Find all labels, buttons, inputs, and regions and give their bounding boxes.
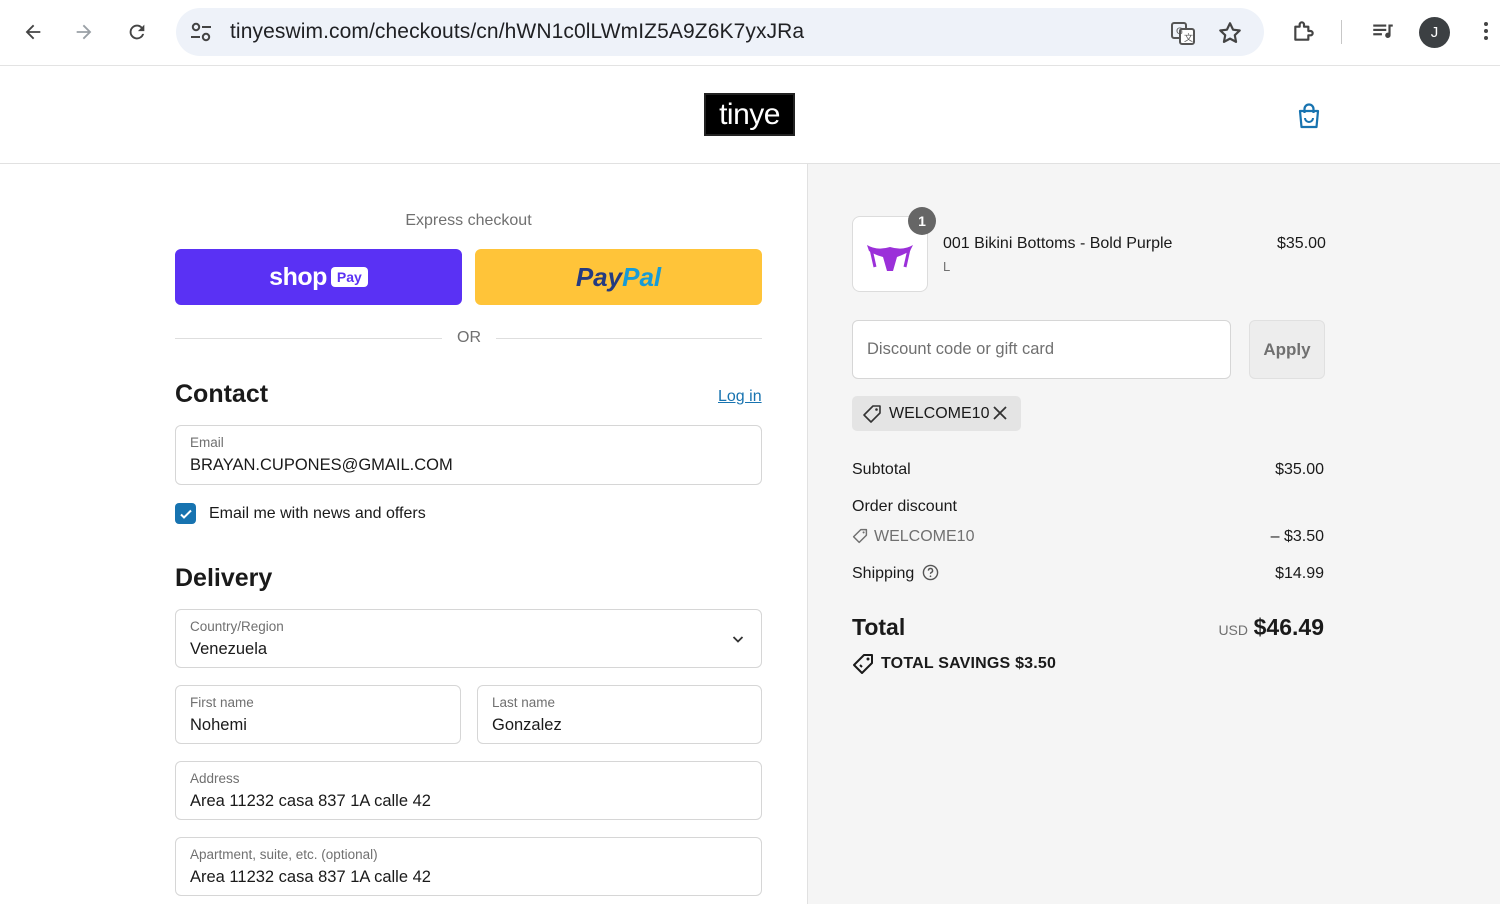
toolbar-divider: [1341, 20, 1342, 44]
shipping-value: $14.99: [1275, 565, 1324, 582]
country-label: Country/Region: [190, 619, 284, 634]
first-name-label: First name: [190, 695, 254, 710]
country-select[interactable]: Country/Region Venezuela: [175, 609, 762, 668]
media-queue-icon: [1373, 24, 1393, 39]
help-circle-icon[interactable]: [922, 564, 939, 581]
quantity-badge: 1: [908, 207, 936, 235]
apartment-field[interactable]: Apartment, suite, etc. (optional) Area 1…: [175, 837, 762, 896]
order-discount-label: Order discount: [852, 498, 957, 515]
total-value: $46.49: [1253, 614, 1324, 640]
apartment-value[interactable]: Area 11232 casa 837 1A calle 42: [190, 868, 431, 887]
email-label: Email: [190, 435, 224, 450]
paypal-wordmark-pay: Pay: [575, 261, 623, 292]
browser-toolbar: tinyeswim.com/checkouts/cn/hWN1c0lLWmIZ5…: [0, 0, 1500, 66]
chevron-down-icon: [732, 636, 744, 643]
reload-button[interactable]: [119, 14, 155, 50]
applied-discount-chip: WELCOME10: [852, 396, 1021, 431]
back-arrow-icon: [25, 24, 41, 40]
shop-logo[interactable]: tinye: [704, 93, 795, 136]
tag-icon: [853, 654, 873, 674]
address-bar[interactable]: tinyeswim.com/checkouts/cn/hWN1c0lLWmIZ5…: [176, 8, 1264, 56]
checkmark-icon: [179, 509, 192, 519]
checkout-form: Express checkout shop Pay Pay Pal OR Cont…: [0, 164, 808, 904]
translate-icon[interactable]: G 文: [1170, 20, 1196, 46]
product-price: $35.00: [1277, 235, 1326, 252]
last-name-field[interactable]: Last name Gonzalez: [477, 685, 762, 744]
tag-icon: [852, 528, 868, 544]
address-field[interactable]: Address Area 11232 casa 837 1A calle 42: [175, 761, 762, 820]
first-name-field[interactable]: First name Nohemi: [175, 685, 461, 744]
bag-icon[interactable]: [1294, 101, 1324, 131]
profile-avatar[interactable]: J: [1419, 17, 1450, 48]
site-settings-icon[interactable]: [188, 20, 214, 44]
total-savings-text: TOTAL SAVINGS $3.50: [881, 655, 1057, 672]
subtotal-label: Subtotal: [852, 461, 911, 478]
reload-icon: [129, 24, 145, 40]
country-value: Venezuela: [190, 640, 268, 658]
log-in-link[interactable]: Log in: [718, 388, 762, 406]
menu-button[interactable]: [1471, 16, 1500, 46]
last-name-label: Last name: [492, 695, 556, 710]
shipping-label: Shipping: [852, 565, 915, 582]
applied-code-text: WELCOME10: [889, 405, 990, 422]
forward-arrow-icon: [76, 24, 92, 40]
divider-line: [175, 338, 442, 339]
delivery-heading: Delivery: [175, 564, 273, 592]
discount-code-field[interactable]: [852, 320, 1231, 379]
express-checkout-title: Express checkout: [405, 212, 532, 229]
svg-text:文: 文: [1184, 32, 1193, 44]
or-divider: OR: [175, 327, 762, 351]
paypal-button[interactable]: Pay Pal: [475, 249, 762, 305]
paypal-wordmark-pal: Pal: [622, 261, 662, 292]
apply-button[interactable]: Apply: [1249, 320, 1325, 379]
forward-button[interactable]: [66, 14, 102, 50]
subtotal-value: $35.00: [1275, 461, 1324, 478]
order-summary: 1 001 Bikini Bottoms - Bold Purple L $35…: [807, 164, 1500, 904]
address-label: Address: [190, 771, 240, 786]
url-text[interactable]: tinyeswim.com/checkouts/cn/hWN1c0lLWmIZ5…: [230, 20, 804, 44]
newsletter-label: Email me with news and offers: [209, 505, 426, 522]
discount-code-input[interactable]: [853, 321, 1230, 378]
media-button[interactable]: [1368, 16, 1398, 46]
total-label: Total: [852, 614, 906, 640]
discount-code-text: WELCOME10: [874, 528, 975, 545]
apartment-label: Apartment, suite, etc. (optional): [190, 847, 378, 862]
discount-value: – $3.50: [1270, 528, 1324, 545]
star-icon[interactable]: [1217, 20, 1243, 46]
shop-pay-badge: Pay: [330, 267, 368, 287]
newsletter-checkbox[interactable]: [175, 503, 196, 524]
back-button[interactable]: [15, 14, 51, 50]
address-value[interactable]: Area 11232 casa 837 1A calle 42: [190, 792, 431, 811]
extensions-button[interactable]: [1289, 16, 1319, 46]
last-name-value[interactable]: Gonzalez: [492, 716, 562, 735]
extensions-icon: [1294, 21, 1314, 41]
svg-text:G: G: [1176, 27, 1183, 37]
email-value[interactable]: BRAYAN.CUPONES@GMAIL.COM: [190, 456, 453, 475]
close-icon[interactable]: [991, 404, 1009, 422]
shop-pay-button[interactable]: shop Pay: [175, 249, 462, 305]
total-currency: USD: [1218, 622, 1248, 638]
shop-header: tinye: [0, 67, 1500, 164]
product-variant: L: [943, 259, 951, 274]
or-text: OR: [457, 329, 481, 346]
tag-icon: [863, 405, 881, 423]
first-name-value[interactable]: Nohemi: [190, 716, 247, 735]
more-vert-icon: [1484, 22, 1488, 40]
shop-pay-wordmark: shop: [269, 262, 327, 291]
divider-line: [496, 338, 762, 339]
email-field[interactable]: Email BRAYAN.CUPONES@GMAIL.COM: [175, 425, 762, 485]
product-name: 001 Bikini Bottoms - Bold Purple: [943, 235, 1173, 252]
contact-heading: Contact: [175, 380, 269, 408]
